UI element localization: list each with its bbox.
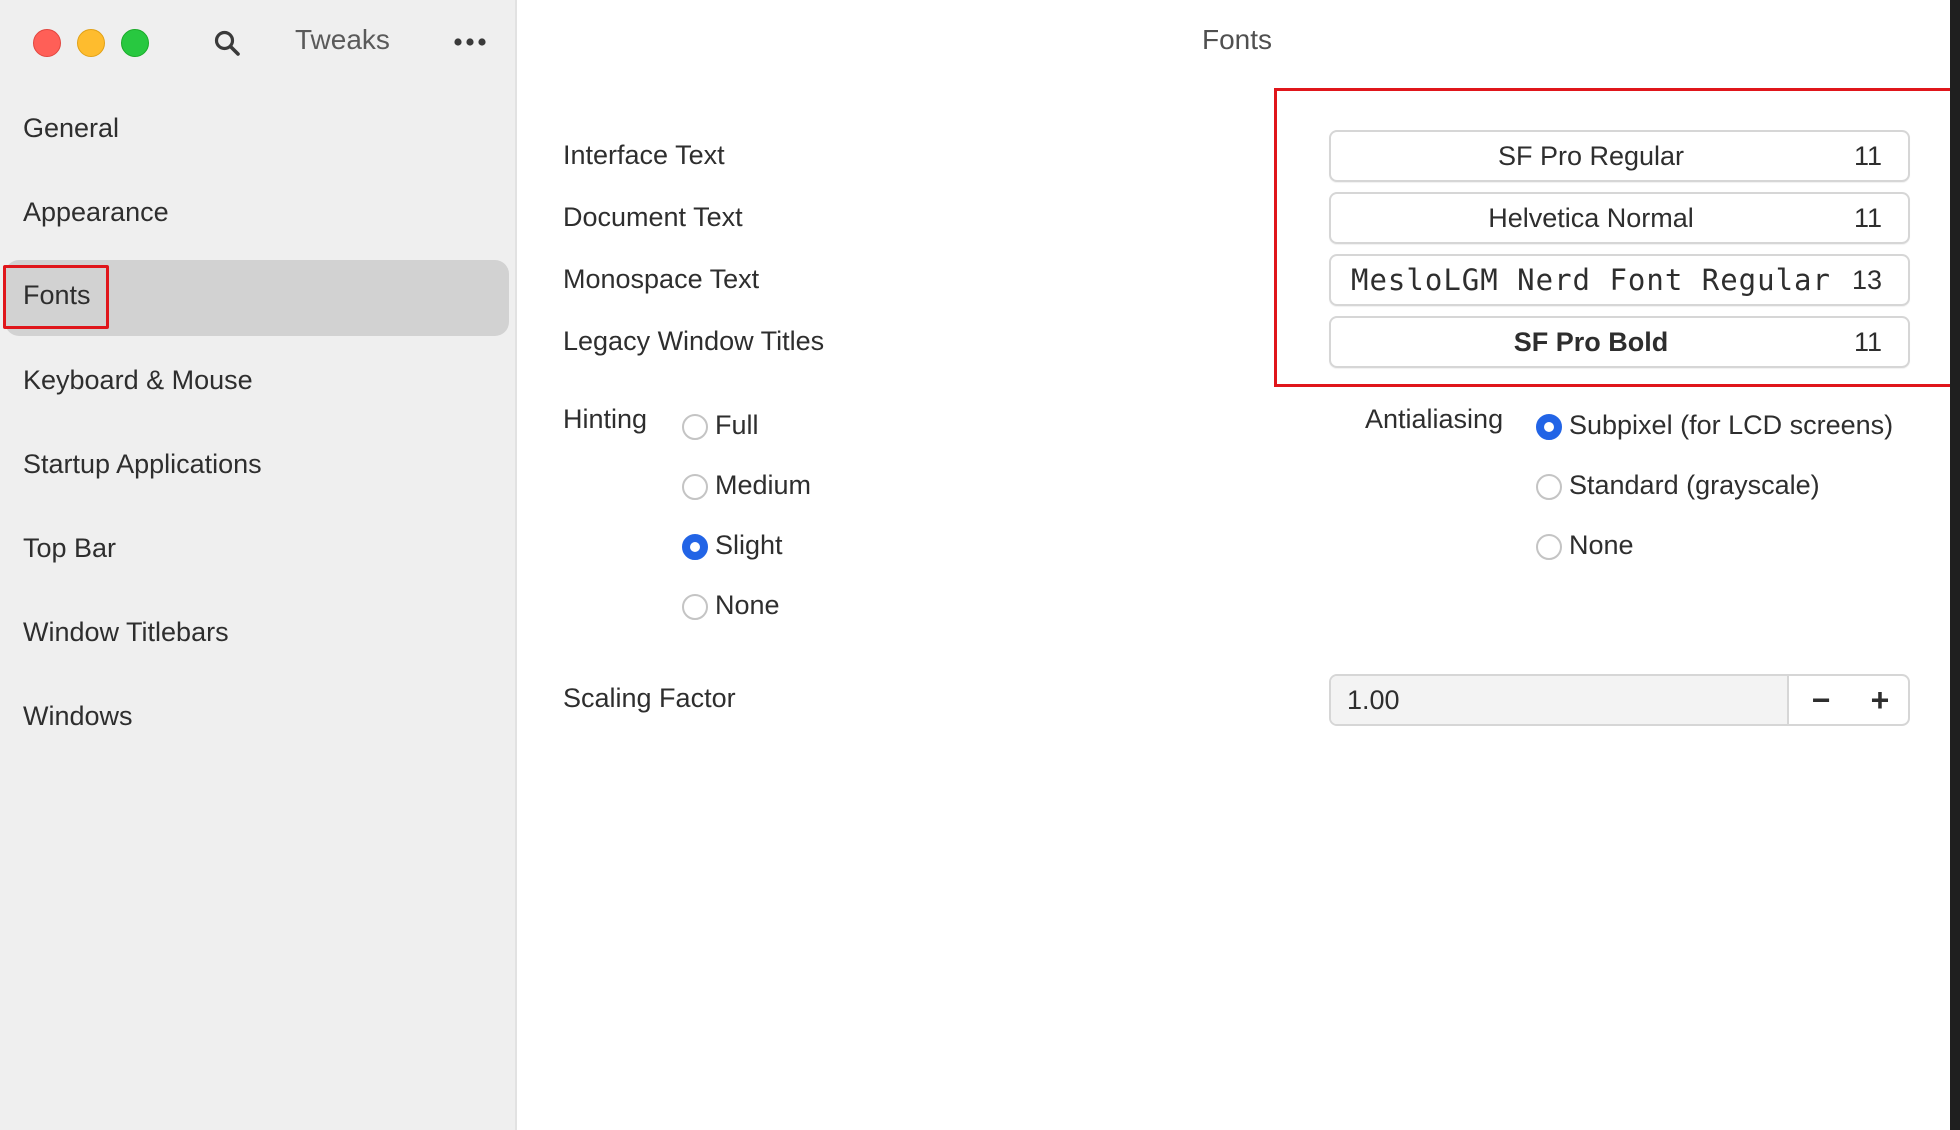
more-icon[interactable] bbox=[452, 30, 488, 54]
tweaks-window: Tweaks General Appearance Fonts Keyboard… bbox=[0, 0, 1950, 1130]
font-name: MesloLGM Nerd Font Regular bbox=[1351, 263, 1831, 297]
sidebar-item-fonts[interactable]: Fonts bbox=[0, 260, 517, 336]
radio-circle bbox=[682, 414, 708, 440]
sidebar-title: Tweaks bbox=[295, 24, 390, 55]
font-name: Helvetica Normal bbox=[1488, 203, 1694, 233]
increment-button[interactable]: + bbox=[1850, 676, 1908, 724]
radio-circle bbox=[682, 534, 708, 560]
minimize-window-button[interactable] bbox=[77, 29, 105, 57]
font-size: 11 bbox=[1853, 327, 1882, 357]
radio-label: Standard (grayscale) bbox=[1569, 470, 1820, 500]
radio-label: Full bbox=[715, 410, 759, 440]
close-window-button[interactable] bbox=[33, 29, 61, 57]
sidebar-item-label: Windows bbox=[23, 701, 133, 731]
sidebar-item-general[interactable]: General bbox=[0, 93, 517, 169]
scaling-factor-spinbutton: 1.00 − + bbox=[1329, 674, 1910, 726]
radio-label: Slight bbox=[715, 530, 783, 560]
font-size: 11 bbox=[1853, 203, 1882, 233]
sidebar: Tweaks General Appearance Fonts Keyboard… bbox=[0, 0, 517, 1130]
monospace-font-button[interactable]: MesloLGM Nerd Font Regular 13 bbox=[1329, 254, 1910, 306]
legacy-window-titles-label: Legacy Window Titles bbox=[563, 326, 825, 356]
interface-text-label: Interface Text bbox=[563, 140, 725, 170]
sidebar-item-label: Appearance bbox=[23, 197, 169, 227]
sidebar-item-startup-applications[interactable]: Startup Applications bbox=[0, 429, 517, 505]
radio-circle bbox=[1536, 414, 1562, 440]
radio-circle bbox=[682, 474, 708, 500]
radio-circle bbox=[1536, 534, 1562, 560]
radio-circle bbox=[1536, 474, 1562, 500]
decrement-button[interactable]: − bbox=[1791, 676, 1851, 724]
document-text-label: Document Text bbox=[563, 202, 743, 232]
sidebar-item-label: General bbox=[23, 113, 120, 143]
radio-label: Medium bbox=[715, 470, 812, 500]
sidebar-item-label: Fonts bbox=[23, 280, 91, 310]
sidebar-item-window-titlebars[interactable]: Window Titlebars bbox=[0, 597, 517, 673]
radio-circle bbox=[682, 594, 708, 620]
scaling-factor-value: 1.00 bbox=[1347, 685, 1400, 715]
scaling-factor-input[interactable]: 1.00 bbox=[1331, 676, 1789, 724]
font-size: 13 bbox=[1851, 265, 1882, 295]
radio-label: None bbox=[1569, 530, 1634, 560]
font-name: SF Pro Regular bbox=[1497, 141, 1685, 171]
sidebar-item-top-bar[interactable]: Top Bar bbox=[0, 513, 517, 589]
page-title: Fonts bbox=[1201, 24, 1273, 55]
interface-font-button[interactable]: SF Pro Regular 11 bbox=[1329, 130, 1910, 182]
maximize-window-button[interactable] bbox=[121, 29, 149, 57]
sidebar-item-keyboard-mouse[interactable]: Keyboard & Mouse bbox=[0, 345, 517, 421]
hinting-label: Hinting bbox=[563, 404, 648, 434]
document-font-button[interactable]: Helvetica Normal 11 bbox=[1329, 192, 1910, 244]
sidebar-item-appearance[interactable]: Appearance bbox=[0, 177, 517, 253]
fonts-panel: Fonts Interface Text Document Text Monos… bbox=[517, 0, 1950, 1130]
search-icon[interactable] bbox=[212, 28, 242, 58]
sidebar-item-label: Startup Applications bbox=[23, 449, 262, 479]
font-name: SF Pro Bold bbox=[1513, 327, 1669, 357]
sidebar-item-label: Keyboard & Mouse bbox=[23, 365, 253, 395]
font-size: 11 bbox=[1853, 141, 1882, 171]
sidebar-item-label: Window Titlebars bbox=[23, 617, 229, 647]
sidebar-item-label: Top Bar bbox=[23, 533, 117, 563]
antialiasing-label: Antialiasing bbox=[1365, 404, 1504, 434]
legacy-titles-font-button[interactable]: SF Pro Bold 11 bbox=[1329, 316, 1910, 368]
monospace-text-label: Monospace Text bbox=[563, 264, 760, 294]
sidebar-item-windows[interactable]: Windows bbox=[0, 681, 517, 757]
radio-label: None bbox=[715, 590, 780, 620]
radio-label: Subpixel (for LCD screens) bbox=[1569, 410, 1894, 440]
window-edge bbox=[1950, 0, 1960, 1130]
scaling-factor-label: Scaling Factor bbox=[563, 683, 736, 713]
